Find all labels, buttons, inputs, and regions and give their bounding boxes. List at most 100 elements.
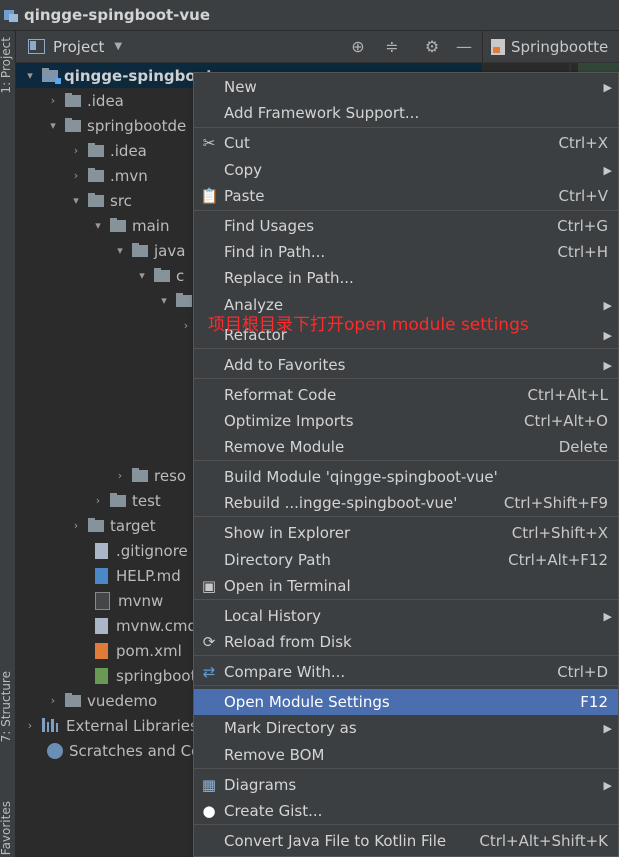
menu-item-new[interactable]: New ▶ <box>194 74 618 100</box>
menu-item-shortcut: Ctrl+Shift+F9 <box>503 494 608 512</box>
menu-item-reformat-code[interactable]: Reformat Code Ctrl+Alt+L <box>194 382 618 408</box>
locate-icon[interactable]: ⊕ <box>348 37 368 57</box>
menu-item-label: Paste <box>224 187 265 205</box>
menu-separator <box>194 348 618 349</box>
folder-icon <box>132 242 148 257</box>
menu-item-shortcut: Ctrl+G <box>557 217 608 235</box>
expand-arrow-icon[interactable]: › <box>70 169 82 182</box>
menu-item-shortcut: Ctrl+Alt+O <box>524 412 608 430</box>
menu-item-rebuild[interactable]: Rebuild ...ingge-spingboot-vue' Ctrl+Shi… <box>194 490 618 516</box>
tree-row-label: HELP.md <box>116 566 181 585</box>
expand-arrow-icon[interactable]: ▾ <box>158 294 170 307</box>
chevron-down-icon[interactable]: ▼ <box>114 41 122 52</box>
expand-arrow-icon[interactable]: ▾ <box>136 269 148 282</box>
java-file-icon <box>491 38 505 55</box>
structure-tool-tab[interactable]: 7: Structure <box>0 671 13 742</box>
menu-item-label: New <box>224 78 257 96</box>
menu-item-label: Show in Explorer <box>224 524 351 542</box>
gear-icon[interactable]: ⚙ <box>422 37 442 57</box>
menu-item-shortcut: Ctrl+D <box>557 663 608 681</box>
menu-item-copy[interactable]: Copy ▶ <box>194 157 618 183</box>
menu-item-replace-in-path[interactable]: Replace in Path... <box>194 265 618 291</box>
menu-item-diagrams[interactable]: ▦ Diagrams ▶ <box>194 772 618 798</box>
iml-file-icon <box>95 667 108 684</box>
menu-item-shortcut: Ctrl+Alt+L <box>527 386 609 404</box>
gitignore-file-icon <box>95 542 108 559</box>
expand-arrow-icon[interactable]: › <box>70 144 82 157</box>
expand-arrow-icon[interactable]: › <box>92 494 104 507</box>
submenu-arrow-icon: ▶ <box>603 163 612 177</box>
submenu-arrow-icon: ▶ <box>603 721 612 735</box>
menu-item-label: Compare With... <box>224 663 346 681</box>
shell-file-icon <box>95 591 110 610</box>
menu-item-cut[interactable]: ✂ Cut Ctrl+X <box>194 130 618 156</box>
submenu-arrow-icon: ▶ <box>603 328 612 342</box>
menu-item-local-history[interactable]: Local History ▶ <box>194 603 618 629</box>
menu-item-label: Find Usages <box>224 217 315 235</box>
menu-item-shortcut: Ctrl+Alt+F12 <box>508 551 608 569</box>
markdown-file-icon <box>95 567 108 584</box>
submenu-arrow-icon: ▶ <box>603 358 612 372</box>
menu-item-optimize-imports[interactable]: Optimize Imports Ctrl+Alt+O <box>194 408 618 434</box>
expand-arrow-icon[interactable]: ▾ <box>47 119 59 132</box>
collapse-all-icon[interactable]: ≑ <box>382 37 402 57</box>
expand-arrow-icon[interactable]: › <box>47 694 59 707</box>
menu-item-build-module[interactable]: Build Module 'qingge-spingboot-vue' <box>194 464 618 490</box>
expand-arrow-icon[interactable]: ▾ <box>92 219 104 232</box>
menu-item-open-in-terminal[interactable]: ▣ Open in Terminal <box>194 573 618 599</box>
tree-row-label: test <box>132 491 161 510</box>
menu-item-label: Convert Java File to Kotlin File <box>224 832 447 850</box>
menu-item-remove-bom[interactable]: Remove BOM <box>194 742 618 768</box>
menu-item-open-module-settings[interactable]: Open Module Settings F12 <box>194 689 618 715</box>
left-tool-strip: 1: Project 7: Structure Favorites <box>0 31 16 857</box>
menu-item-label: Mark Directory as <box>224 719 357 737</box>
folder-icon <box>88 142 104 157</box>
annotation-text: 项目根目录下打开open module settings <box>208 315 529 335</box>
menu-item-reload-from-disk[interactable]: ⟳ Reload from Disk <box>194 629 618 655</box>
menu-item-shortcut: Ctrl+V <box>558 187 608 205</box>
folder-icon <box>65 692 81 707</box>
tree-row-label: main <box>132 216 170 235</box>
expand-arrow-icon[interactable]: › <box>24 719 36 732</box>
menu-item-remove-module[interactable]: Remove Module Delete <box>194 434 618 460</box>
expand-arrow-icon[interactable]: › <box>70 519 82 532</box>
tree-row-label: mvnw.cmd <box>116 616 198 635</box>
menu-item-add-framework-support[interactable]: Add Framework Support... <box>194 100 618 126</box>
menu-item-find-usages[interactable]: Find Usages Ctrl+G <box>194 213 618 239</box>
menu-item-paste[interactable]: 📋 Paste Ctrl+V <box>194 183 618 209</box>
hide-panel-icon[interactable]: — <box>454 37 474 57</box>
tree-row-label: pom.xml <box>116 641 182 660</box>
tree-row-label: reso <box>154 466 187 485</box>
cmd-file-icon <box>95 617 108 634</box>
menu-item-show-in-explorer[interactable]: Show in Explorer Ctrl+Shift+X <box>194 520 618 546</box>
expand-arrow-icon[interactable]: › <box>47 94 59 107</box>
folder-icon <box>176 292 192 307</box>
project-view-selector[interactable]: Project <box>53 38 104 56</box>
folder-icon <box>65 117 81 132</box>
tree-row-label: c <box>176 266 185 285</box>
menu-item-label: Create Gist... <box>224 802 323 820</box>
expand-arrow-icon[interactable]: ▾ <box>70 194 82 207</box>
expand-arrow-icon[interactable]: ▾ <box>114 244 126 257</box>
menu-item-directory-path[interactable]: Directory Path Ctrl+Alt+F12 <box>194 547 618 573</box>
editor-tab[interactable]: Springbootte <box>483 31 619 63</box>
expand-arrow-icon[interactable]: ▾ <box>24 69 36 82</box>
compare-icon: ⇄ <box>202 663 216 681</box>
window-title: qingge-spingboot-vue <box>24 6 211 24</box>
tree-row-label: springboot <box>116 666 197 685</box>
tree-row-label: target <box>110 516 156 535</box>
menu-item-add-to-favorites[interactable]: Add to Favorites ▶ <box>194 352 618 378</box>
menu-item-mark-directory-as[interactable]: Mark Directory as ▶ <box>194 715 618 741</box>
project-tool-tab[interactable]: 1: Project <box>0 37 13 94</box>
menu-item-convert-to-kotlin[interactable]: Convert Java File to Kotlin File Ctrl+Al… <box>194 828 618 854</box>
scissors-icon: ✂ <box>202 134 216 152</box>
expand-arrow-icon[interactable]: › <box>114 469 126 482</box>
menu-item-shortcut: Ctrl+Shift+X <box>511 524 608 542</box>
menu-item-create-gist[interactable]: ● Create Gist... <box>194 798 618 824</box>
tree-row-label: src <box>110 191 132 210</box>
menu-item-compare-with[interactable]: ⇄ Compare With... Ctrl+D <box>194 659 618 685</box>
editor-tab-label: Springbootte <box>511 37 609 56</box>
favorites-tool-tab[interactable]: Favorites <box>0 801 13 855</box>
expand-arrow-icon[interactable]: › <box>180 319 192 332</box>
menu-item-find-in-path[interactable]: Find in Path... Ctrl+H <box>194 239 618 265</box>
